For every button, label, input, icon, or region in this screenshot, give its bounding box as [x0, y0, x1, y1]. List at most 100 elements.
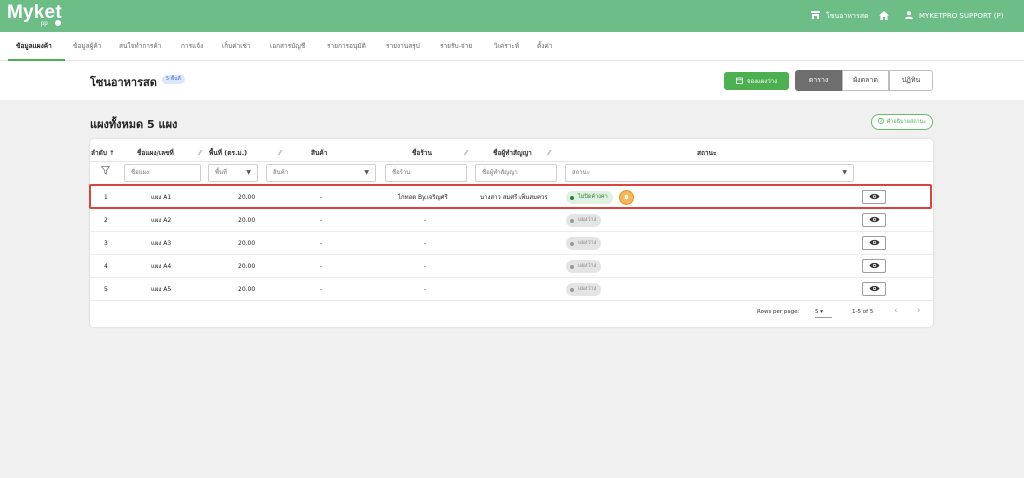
row-product: -	[320, 240, 323, 247]
product-filter-select[interactable]: สินค้า ▼	[266, 164, 376, 182]
main-nav: ข้อมูลแผงค้า ข้อมูลผู้ค้า สนใจทำการค้า ก…	[0, 32, 1024, 61]
view-stall-button[interactable]	[862, 213, 886, 227]
signer-filter-input[interactable]: ชื่อผู้ทำสัญญา	[475, 164, 557, 182]
nav-item-merchant-info[interactable]: ข้อมูลผู้ค้า	[73, 32, 101, 61]
row-shop: -	[424, 286, 427, 293]
eye-icon	[869, 262, 880, 271]
section-title: แผงทั้งหมด 5 แผง	[90, 118, 178, 131]
nav-item-rent-collection[interactable]: เก็บค่าเช่า	[222, 32, 251, 61]
view-stall-button[interactable]	[862, 236, 886, 250]
home-icon	[879, 10, 889, 22]
nav-item-stall-info[interactable]: ข้อมูลแผงค้า	[16, 32, 52, 61]
area-count-badge: 5 พื้นที่	[162, 75, 185, 84]
row-index: 3	[104, 240, 108, 247]
row-index: 5	[104, 286, 108, 293]
table-row[interactable]: 4 แผง A4 20.00 - - แผงว่าง	[90, 254, 933, 277]
status-badge: แผงว่าง	[566, 214, 602, 227]
eye-icon	[869, 193, 880, 202]
row-stall: แผง A3	[151, 240, 172, 247]
column-header-status[interactable]: สถานะ	[697, 148, 717, 158]
pagination-range: 1-5 of 5	[852, 309, 874, 315]
home-button[interactable]	[879, 0, 889, 32]
prev-page-icon[interactable]: ‹	[894, 306, 898, 316]
row-shop: -	[424, 217, 427, 224]
eye-icon	[869, 285, 880, 294]
row-stall: แผง A4	[151, 263, 172, 270]
row-area: 20.00	[238, 217, 256, 224]
nav-item-interested[interactable]: สนใจทำการค้า	[119, 32, 161, 61]
nav-item-notifications[interactable]: การแจ้ง	[181, 32, 203, 61]
filter-icon[interactable]	[100, 166, 111, 178]
table-row[interactable]: 1 แผง A1 20.00 - ไก่ทอด By.เจริญศรี นางส…	[90, 185, 933, 208]
table-row[interactable]: 5 แผง A5 20.00 - - แผงว่าง	[90, 277, 933, 300]
column-header-signer[interactable]: ชื่อผู้ทำสัญญา	[493, 148, 532, 158]
book-empty-stall-button[interactable]: จองแผงว่าง	[724, 72, 789, 90]
table-row[interactable]: 3 แผง A3 20.00 - - แผงว่าง	[90, 231, 933, 254]
zone-label: โซนอาหารสด	[826, 11, 869, 20]
shop-filter-input[interactable]: ชื่อร้าน	[385, 164, 467, 182]
column-header-shop[interactable]: ชื่อร้าน	[412, 148, 432, 158]
nav-item-summary-report[interactable]: รายงานสรุป	[386, 32, 420, 61]
eye-icon	[869, 239, 880, 248]
nav-item-analysis[interactable]: วิเคราะห์	[494, 32, 519, 61]
user-menu[interactable]: MYKETPRO SUPPORT (P)	[905, 0, 1003, 32]
column-header-product[interactable]: สินค้า	[311, 148, 327, 158]
sort-arrow-icon: ↑	[109, 149, 115, 157]
row-shop: ไก่ทอด By.เจริญศรี	[398, 194, 448, 201]
resize-handle-icon[interactable]: ⁄⁄	[199, 149, 201, 157]
nav-item-accounting-docs[interactable]: เอกสารบัญชี	[270, 32, 305, 61]
row-index: 2	[104, 217, 108, 224]
row-product: -	[320, 286, 323, 293]
resize-handle-icon[interactable]: ⁄⁄	[465, 149, 467, 157]
row-shop: -	[424, 263, 427, 270]
resize-handle-icon[interactable]: ⁄⁄	[279, 149, 281, 157]
row-index: 1	[104, 194, 108, 201]
view-market-map-button[interactable]: ผังตลาด	[842, 70, 889, 91]
column-header-index[interactable]: ลำดับ ↑	[91, 148, 115, 158]
nav-item-settings[interactable]: ตั้งค่า	[537, 32, 552, 61]
view-table-button[interactable]: ตาราง	[795, 70, 842, 91]
status-badge: แผงว่าง	[566, 237, 602, 250]
dropdown-caret-icon: ▾	[820, 309, 824, 315]
top-app-bar: Myket pp โซนอาหารสด MYKETPRO SUPPORT (P)	[0, 0, 1024, 32]
status-badge: แผงว่าง	[566, 260, 602, 273]
view-stall-button[interactable]	[862, 282, 886, 296]
view-calendar-button[interactable]: ปฏิทิน	[889, 70, 933, 91]
rows-per-page-select[interactable]: 5 ▾	[815, 309, 832, 318]
resize-handle-icon[interactable]: ⁄⁄	[548, 149, 550, 157]
status-description-button[interactable]: คำอธิบายสถานะ	[871, 114, 933, 130]
row-product: -	[320, 194, 323, 201]
row-product: -	[320, 217, 323, 224]
row-area: 20.00	[238, 263, 256, 270]
table-row[interactable]: 2 แผง A2 20.00 - - แผงว่าง	[90, 208, 933, 231]
app-logo-sub: pp	[41, 21, 48, 27]
header-divider	[90, 161, 933, 162]
eye-icon	[869, 216, 880, 225]
table-bottom-divider	[90, 300, 933, 301]
calendar-icon	[736, 77, 743, 86]
next-page-icon[interactable]: ›	[917, 306, 921, 316]
status-badge: แผงว่าง	[566, 283, 602, 296]
dropdown-caret-icon: ▼	[246, 169, 251, 176]
status-filter-select[interactable]: สถานะ ▼	[565, 164, 854, 182]
area-filter-select[interactable]: พื้นที่ ▼	[208, 164, 258, 182]
row-area: 20.00	[238, 240, 256, 247]
view-stall-button[interactable]	[862, 259, 886, 273]
coin-icon[interactable]: ฿	[619, 190, 634, 205]
logo-dot-icon	[55, 20, 61, 26]
row-stall: แผง A5	[151, 286, 172, 293]
zone-selector[interactable]: โซนอาหารสด	[811, 0, 869, 32]
status-description-label: คำอธิบายสถานะ	[886, 119, 927, 125]
row-shop: -	[424, 240, 427, 247]
column-header-stall[interactable]: ชื่อแผง/เลขที่	[137, 148, 174, 158]
column-header-area[interactable]: พื้นที่ (ตร.ม.)	[209, 148, 247, 158]
nav-item-approvals[interactable]: รายการอนุมัติ	[327, 32, 366, 61]
app-logo[interactable]: Myket	[7, 2, 62, 24]
page-header: โซนอาหารสด 5 พื้นที่ จองแผงว่าง ตาราง ผั…	[0, 61, 1024, 100]
user-label: MYKETPRO SUPPORT (P)	[919, 12, 1004, 20]
view-stall-button[interactable]	[862, 190, 886, 204]
row-index: 4	[104, 263, 108, 270]
row-area: 20.00	[238, 286, 256, 293]
nav-item-income-expense[interactable]: รายรับ-จ่าย	[440, 32, 472, 61]
stall-filter-input[interactable]: ชื่อแผง	[124, 164, 201, 182]
